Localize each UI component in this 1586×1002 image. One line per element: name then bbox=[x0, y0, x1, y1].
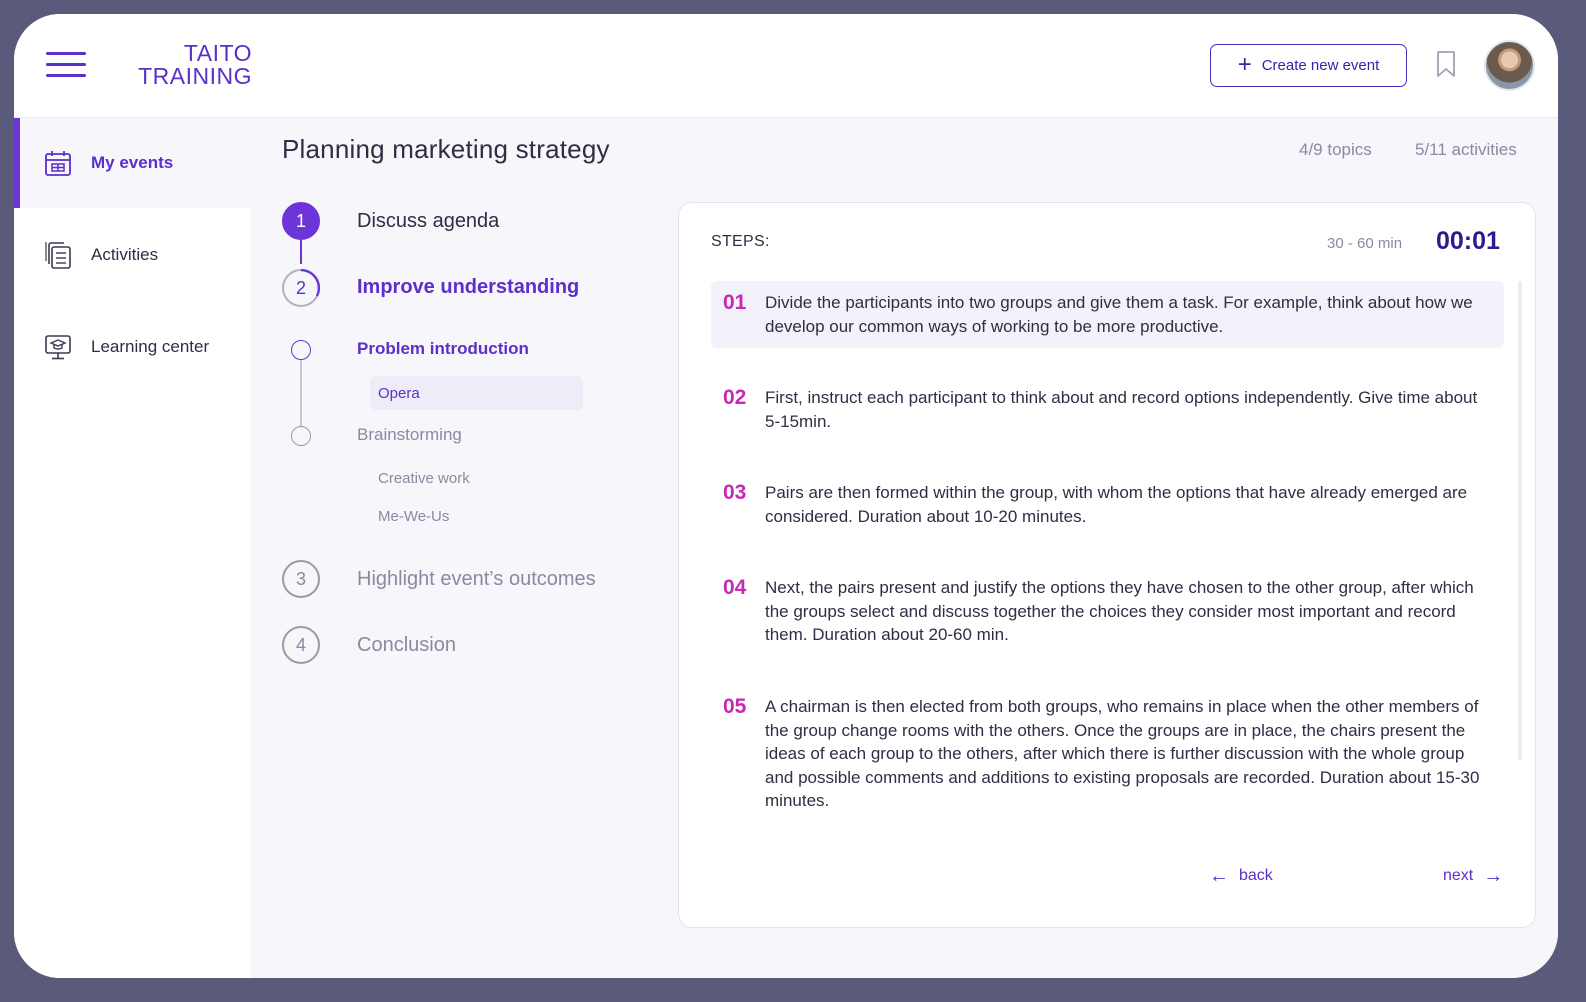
next-label: next bbox=[1443, 867, 1474, 884]
logo-line-1: TAITO bbox=[183, 40, 252, 66]
sidebar-item-label: Learning center bbox=[91, 337, 210, 356]
timeline-connector bbox=[300, 240, 302, 264]
scrollbar[interactable] bbox=[1518, 281, 1522, 761]
app-window: TAITO TRAINING + Create new event My eve… bbox=[14, 14, 1558, 978]
step-discuss-agenda[interactable]: Discuss agenda bbox=[357, 210, 499, 233]
topics-progress: 4/9 topics bbox=[1299, 140, 1372, 159]
arrow-left-icon: ← bbox=[1209, 865, 1229, 887]
step-item[interactable]: 02 First, instruct each participant to t… bbox=[711, 376, 1504, 443]
avatar[interactable] bbox=[1484, 40, 1535, 91]
page-title: Planning marketing strategy bbox=[282, 134, 610, 164]
steps-card: STEPS: 30 - 60 min 00:01 01 Divide the p… bbox=[678, 202, 1536, 928]
activity-opera[interactable]: Opera bbox=[370, 376, 583, 410]
step-item[interactable]: 04 Next, the pairs present and justify t… bbox=[711, 566, 1504, 657]
create-new-event-label: Create new event bbox=[1261, 57, 1380, 74]
activity-creative-work[interactable]: Creative work bbox=[378, 470, 470, 487]
activity-me-we-us[interactable]: Me-We-Us bbox=[378, 508, 449, 525]
step-improve-understanding[interactable]: Improve understanding bbox=[357, 276, 579, 299]
step-item[interactable]: 05 A chairman is then elected from both … bbox=[711, 685, 1504, 823]
step-item[interactable]: 03 Pairs are then formed within the grou… bbox=[711, 471, 1504, 538]
duration-range: 30 - 60 min bbox=[1327, 235, 1403, 252]
activities-icon bbox=[45, 242, 71, 269]
step-item-text: Divide the participants into two groups … bbox=[765, 293, 1473, 336]
step-item-number: 05 bbox=[723, 695, 747, 718]
step-number-1[interactable]: 1 bbox=[282, 202, 320, 240]
calendar-icon bbox=[45, 151, 71, 176]
activity-label: Opera bbox=[378, 384, 420, 402]
subtopic-brainstorming[interactable]: Brainstorming bbox=[357, 425, 462, 445]
step-number-3[interactable]: 3 bbox=[282, 560, 320, 598]
activities-progress: 5/11 activities bbox=[1415, 140, 1517, 159]
step-item-number: 04 bbox=[723, 576, 747, 599]
menu-icon[interactable] bbox=[46, 50, 86, 80]
back-button[interactable]: ← back bbox=[1209, 865, 1273, 887]
bookmark-icon[interactable] bbox=[1436, 50, 1456, 78]
next-button[interactable]: next → bbox=[1443, 865, 1504, 887]
step-item-number: 01 bbox=[723, 291, 747, 314]
step-number-text: 3 bbox=[295, 568, 306, 589]
step-number-4[interactable]: 4 bbox=[282, 626, 320, 664]
timer: 00:01 bbox=[1436, 227, 1500, 255]
step-conclusion[interactable]: Conclusion bbox=[357, 634, 456, 657]
top-header: TAITO TRAINING + Create new event bbox=[14, 14, 1558, 118]
step-item-text: Pairs are then formed within the group, … bbox=[765, 483, 1468, 526]
sidebar-item-learning-center[interactable]: Learning center bbox=[14, 302, 251, 392]
learning-center-icon bbox=[45, 335, 71, 360]
step-number-text: 1 bbox=[295, 210, 306, 231]
timeline-connector bbox=[300, 356, 302, 436]
step-number-text: 4 bbox=[295, 634, 306, 655]
step-item-text: Next, the pairs present and justify the … bbox=[765, 578, 1474, 645]
subtopic-marker[interactable] bbox=[291, 426, 311, 446]
logo[interactable]: TAITO TRAINING bbox=[136, 42, 252, 88]
step-item-number: 02 bbox=[723, 386, 747, 409]
sidebar-item-label: My events bbox=[91, 153, 174, 172]
subtopic-problem-introduction[interactable]: Problem introduction bbox=[357, 339, 529, 359]
sidebar-item-my-events[interactable]: My events bbox=[14, 118, 251, 208]
back-label: back bbox=[1239, 867, 1273, 884]
sidebar: My events Activities Learning center bbox=[14, 118, 251, 978]
step-item-number: 03 bbox=[723, 481, 747, 504]
sidebar-item-label: Activities bbox=[91, 245, 159, 264]
plus-icon: + bbox=[1237, 50, 1252, 78]
create-new-event-button[interactable]: + Create new event bbox=[1210, 44, 1407, 87]
sidebar-item-activities[interactable]: Activities bbox=[14, 210, 251, 300]
subtopic-marker[interactable] bbox=[291, 340, 311, 360]
step-item[interactable]: 01 Divide the participants into two grou… bbox=[711, 281, 1504, 349]
logo-line-2: TRAINING bbox=[138, 63, 252, 89]
step-item-text: First, instruct each participant to thin… bbox=[765, 388, 1478, 431]
steps-title: STEPS: bbox=[711, 233, 770, 250]
arrow-right-icon: → bbox=[1483, 865, 1504, 887]
step-item-text: A chairman is then elected from both gro… bbox=[765, 697, 1480, 811]
progress-ring-icon bbox=[300, 269, 320, 297]
step-highlight-outcomes[interactable]: Highlight event’s outcomes bbox=[357, 568, 596, 591]
